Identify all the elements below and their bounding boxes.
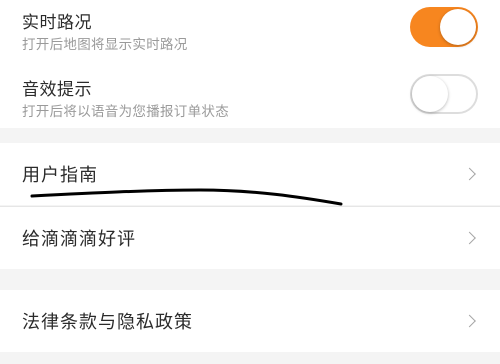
realtime-traffic-title: 实时路况 bbox=[22, 13, 92, 33]
chevron-right-icon bbox=[463, 231, 476, 245]
toggle-settings-section: 实时路况 打开后地图将显示实时路况 音效提示 打开后将以语音为您播报订单状态 bbox=[0, 0, 500, 128]
toggle-knob bbox=[440, 9, 476, 45]
realtime-traffic-row: 实时路况 打开后地图将显示实时路况 bbox=[0, 0, 500, 62]
chevron-right-icon bbox=[463, 314, 476, 328]
sound-effects-subtitle: 打开后将以语音为您播报订单状态 bbox=[22, 104, 229, 120]
user-guide-label: 用户指南 bbox=[22, 165, 98, 186]
legal-privacy-label: 法律条款与隐私政策 bbox=[22, 312, 193, 333]
realtime-traffic-toggle[interactable] bbox=[410, 7, 478, 47]
sound-effects-toggle[interactable] bbox=[410, 74, 478, 114]
sound-effects-row: 音效提示 打开后将以语音为您播报订单状态 bbox=[0, 66, 500, 128]
toggle-knob bbox=[412, 76, 448, 112]
legal-privacy-item[interactable]: 法律条款与隐私政策 bbox=[0, 290, 500, 352]
user-guide-item[interactable]: 用户指南 bbox=[0, 143, 500, 205]
sound-effects-title: 音效提示 bbox=[22, 80, 92, 100]
chevron-right-icon bbox=[463, 167, 476, 181]
rate-app-label: 给滴滴滴好评 bbox=[22, 229, 136, 250]
realtime-traffic-subtitle: 打开后地图将显示实时路况 bbox=[22, 37, 188, 53]
rate-app-item[interactable]: 给滴滴滴好评 bbox=[0, 207, 500, 269]
